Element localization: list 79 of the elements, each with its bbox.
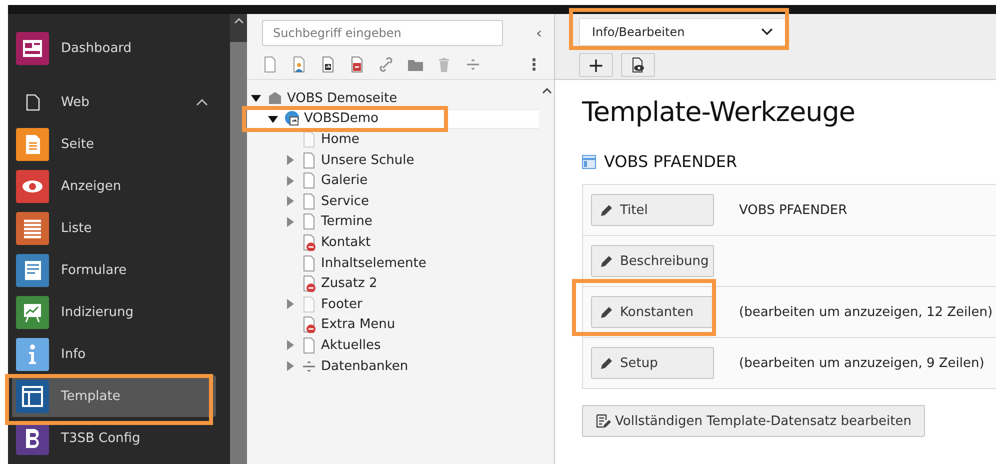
module-group-header[interactable]: Web <box>8 81 216 123</box>
tree-item[interactable]: Galerie <box>247 170 539 191</box>
divider-icon[interactable] <box>465 56 481 73</box>
page-icon <box>301 336 317 354</box>
page-icon <box>301 152 317 169</box>
module-item[interactable]: Anzeigen <box>8 165 216 207</box>
edit-button[interactable]: Setup <box>591 347 714 379</box>
trash-icon[interactable] <box>436 56 452 73</box>
edit-record-icon <box>595 413 611 429</box>
page-icon <box>301 130 317 148</box>
hidden-page-icon <box>301 234 317 251</box>
tree-item[interactable]: Home <box>247 129 539 150</box>
view-page-button[interactable] <box>621 53 655 77</box>
module-item[interactable]: Liste <box>8 207 216 249</box>
page-icon <box>301 192 317 210</box>
page-icon <box>301 254 317 272</box>
field-value: VOBS PFAENDER <box>739 202 848 218</box>
scroll-up-icon[interactable] <box>234 18 244 24</box>
edit-template-record-button[interactable]: Vollständigen Template-Datensatz bearbeiten <box>582 405 924 437</box>
page-icon <box>301 296 317 313</box>
link-icon[interactable] <box>378 56 394 73</box>
collapsed-toggle-icon[interactable] <box>284 339 296 352</box>
more-button[interactable]: ⋮ <box>522 55 546 74</box>
view-dropdown[interactable]: Info/Bearbeiten <box>579 18 786 46</box>
page-eye-icon <box>631 57 645 73</box>
field-value: (bearbeiten um anzuzeigen, 12 Zeilen) <box>739 304 993 320</box>
collapsed-toggle-icon[interactable] <box>284 154 296 166</box>
tree-item[interactable]: Termine <box>247 212 539 232</box>
page-icon <box>26 94 40 110</box>
tree-item[interactable]: Service <box>247 190 539 212</box>
module-item[interactable]: Indizierung <box>8 291 216 333</box>
edit-button[interactable]: Konstanten <box>591 296 714 328</box>
expanded-toggle-icon[interactable] <box>250 92 262 104</box>
site-icon <box>267 90 283 107</box>
edit-button[interactable]: Titel <box>591 194 714 226</box>
new-page-icon[interactable] <box>262 56 278 73</box>
tree-item[interactable]: Footer <box>247 294 539 315</box>
globe-page-icon <box>284 110 300 128</box>
collapsed-toggle-icon[interactable] <box>284 195 296 208</box>
tree-item[interactable]: Unsere Schule <box>247 150 539 170</box>
module-item[interactable]: Formulare <box>8 249 216 291</box>
hidden-page-icon <box>301 275 317 292</box>
caret-icon[interactable] <box>196 98 208 106</box>
collapsed-toggle-icon[interactable] <box>284 216 296 228</box>
pencil-icon <box>600 254 614 268</box>
tree-item[interactable]: VOBS Demoseite <box>247 88 539 109</box>
pencil-icon <box>600 203 614 217</box>
module-item[interactable]: T3SB Config <box>8 417 216 459</box>
field-value: (bearbeiten um anzuzeigen, 9 Zeilen) <box>739 356 984 370</box>
module-item[interactable]: Seite <box>8 123 216 165</box>
module-item[interactable]: Template <box>12 375 216 417</box>
tree-item[interactable]: Extra Menu <box>247 314 539 336</box>
pencil-icon <box>600 305 614 319</box>
tree-item[interactable]: Inhaltselemente <box>247 252 539 274</box>
collapse-button[interactable]: ‹ <box>532 24 546 42</box>
page-heading: Template-Werkzeuge <box>582 97 856 128</box>
page-icon <box>301 213 317 230</box>
collapsed-toggle-icon[interactable] <box>284 174 296 187</box>
search-field[interactable]: Suchbegriff eingeben <box>262 20 503 46</box>
collapsed-toggle-icon[interactable] <box>284 360 296 372</box>
module-item[interactable]: Dashboard <box>8 27 216 69</box>
template-title: VOBS PFAENDER <box>604 152 738 171</box>
page-remove-icon[interactable] <box>349 56 365 73</box>
tree-item[interactable]: Aktuelles <box>247 335 539 356</box>
page-icon <box>301 172 317 190</box>
edit-button[interactable]: Beschreibung <box>591 245 714 277</box>
add-button[interactable]: + <box>579 53 613 77</box>
hidden-page-icon <box>301 316 317 334</box>
template-icon <box>582 154 596 168</box>
tree-item[interactable]: Zusatz 2 <box>247 273 539 294</box>
tree-item[interactable]: Datenbanken <box>247 356 539 376</box>
tree-item[interactable]: Kontakt <box>247 232 539 253</box>
module-item[interactable]: Info <box>8 333 216 375</box>
collapsed-toggle-icon[interactable] <box>284 298 296 310</box>
users-page-icon[interactable] <box>291 56 307 73</box>
chevron-down-icon <box>761 28 773 36</box>
page-import-icon[interactable] <box>320 56 336 73</box>
pencil-icon <box>600 356 614 370</box>
scroll-up-icon[interactable] <box>542 88 552 94</box>
